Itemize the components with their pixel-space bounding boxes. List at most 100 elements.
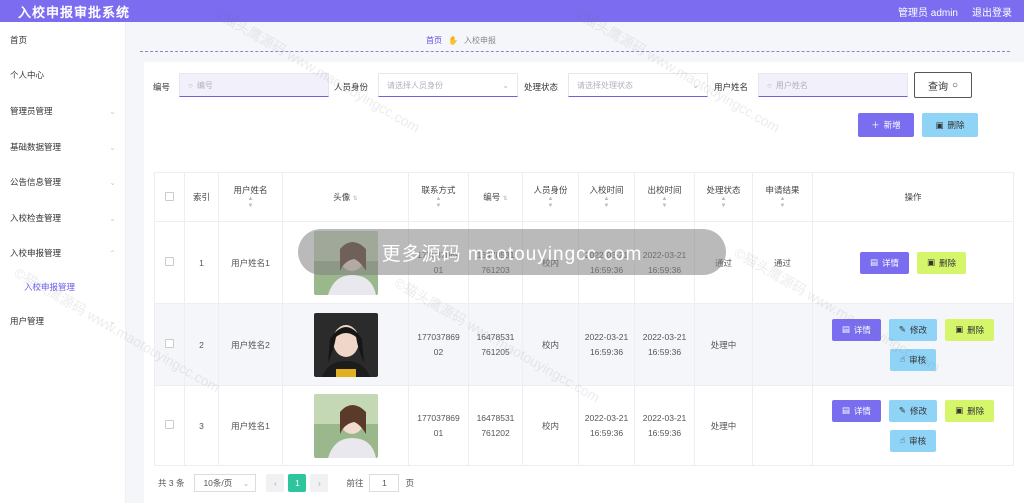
cell-avatar bbox=[282, 303, 409, 386]
prev-page-button[interactable]: ‹ bbox=[266, 474, 285, 492]
header-phone[interactable]: 联系方式 ▲ ▼ bbox=[408, 172, 469, 222]
row-checkbox[interactable] bbox=[165, 339, 174, 348]
search-no-input[interactable]: ○ 编号 bbox=[179, 73, 329, 97]
sidebar-item-check[interactable]: 入校检查管理 ⌄ bbox=[10, 209, 116, 227]
sidebar-item-label: 管理员管理 bbox=[10, 106, 53, 116]
query-button[interactable]: 查询 ○ bbox=[914, 72, 972, 98]
page-unit-label: 页 bbox=[405, 478, 414, 488]
cell-name: 用户姓名1 bbox=[218, 385, 283, 466]
cell-status: 处理中 bbox=[694, 303, 753, 386]
audit-button[interactable]: ☝ 审核 bbox=[889, 429, 937, 452]
detail-button[interactable]: ▤ 详情 bbox=[831, 399, 881, 422]
search-icon: ○ bbox=[767, 80, 772, 90]
sort-icon[interactable]: ▲ ▼ bbox=[695, 196, 752, 210]
cell-in-time: 2022-03-21 16:59:36 bbox=[578, 385, 635, 466]
trash-icon: ▣ bbox=[955, 324, 964, 334]
pencil-icon: ✎ bbox=[898, 324, 907, 334]
document-icon: ▤ bbox=[869, 257, 878, 267]
avatar[interactable] bbox=[313, 312, 378, 377]
page-size-select[interactable]: 10条/页 ⌄ bbox=[194, 474, 257, 492]
cell-out-time: 2022-03-21 16:59:36 bbox=[634, 303, 695, 386]
sort-icon[interactable]: ⇅ bbox=[353, 196, 358, 202]
cell-result bbox=[752, 303, 813, 386]
delete-button[interactable]: ▣ 删除 bbox=[917, 251, 967, 274]
goto-page-input[interactable]: 1 bbox=[369, 474, 400, 492]
row-checkbox-cell[interactable] bbox=[154, 385, 185, 466]
next-page-button[interactable]: › bbox=[310, 474, 329, 492]
cell-index: 2 bbox=[184, 303, 219, 386]
sidebar-item-label: 个人中心 bbox=[10, 70, 45, 80]
sidebar-item-home[interactable]: 首页 bbox=[10, 31, 116, 49]
header-name[interactable]: 用户姓名 ▲ ▼ bbox=[218, 172, 283, 222]
cell-identity: 校内 bbox=[522, 303, 579, 386]
sidebar-item-label: 入校申报管理 bbox=[10, 248, 62, 258]
cell-in-time: 2022-03-21 16:59:36 bbox=[578, 303, 635, 386]
header-no[interactable]: 编号 ⇅ bbox=[468, 172, 523, 222]
search-name-input[interactable]: ○ 用户姓名 bbox=[758, 73, 908, 97]
total-count: 共 3 条 bbox=[158, 478, 185, 488]
header-identity[interactable]: 人员身份 ▲ ▼ bbox=[522, 172, 579, 222]
cell-out-time: 2022-03-21 16:59:36 bbox=[634, 385, 695, 466]
sort-icon[interactable]: ▲ ▼ bbox=[409, 196, 468, 210]
row-checkbox[interactable] bbox=[165, 257, 174, 266]
sort-icon[interactable]: ▲ ▼ bbox=[753, 196, 812, 210]
delete-button[interactable]: ▣ 删除 bbox=[945, 318, 995, 341]
detail-button[interactable]: ▤ 详情 bbox=[859, 251, 909, 274]
cell-result bbox=[752, 385, 813, 466]
sidebar-item-users[interactable]: 用户管理 ⌄ bbox=[10, 312, 116, 330]
admin-user-label[interactable]: 管理员 admin bbox=[898, 4, 958, 19]
identity-select[interactable]: 请选择人员身份 ⌄ bbox=[378, 73, 518, 97]
goto-label: 前往 bbox=[346, 478, 364, 488]
label-identity: 人员身份 bbox=[334, 82, 369, 92]
header-result[interactable]: 申请结果 ▲ ▼ bbox=[752, 172, 813, 222]
page-number-current[interactable]: 1 bbox=[288, 474, 307, 492]
delete-button[interactable]: ▣ 删除 bbox=[945, 399, 995, 422]
row-checkbox-cell[interactable] bbox=[154, 303, 185, 386]
cell-status: 处理中 bbox=[694, 385, 753, 466]
cell-ops: ▤ 详情 ✎ 修改 ▣ 删除 ☝ 审核 bbox=[812, 303, 1014, 386]
cell-avatar bbox=[282, 385, 409, 466]
add-button[interactable]: ＋新增 bbox=[858, 113, 914, 137]
chevron-down-icon: ⌄ bbox=[109, 106, 116, 116]
audit-button[interactable]: ☝ 审核 bbox=[889, 348, 937, 371]
header-status[interactable]: 处理状态 ▲ ▼ bbox=[694, 172, 753, 222]
status-select[interactable]: 请选择处理状态 ⌄ bbox=[568, 73, 708, 97]
thumb-icon: ☝ bbox=[899, 354, 906, 364]
sidebar-item-profile[interactable]: 个人中心 bbox=[10, 66, 116, 84]
chevron-down-icon: ⌄ bbox=[109, 142, 116, 152]
row-checkbox[interactable] bbox=[165, 420, 174, 429]
sort-icon[interactable]: ▲ ▼ bbox=[523, 196, 578, 210]
label-status: 处理状态 bbox=[524, 82, 559, 92]
sidebar-item-notice[interactable]: 公告信息管理 ⌄ bbox=[10, 173, 116, 191]
thumb-icon: ☝ bbox=[899, 435, 906, 445]
sidebar-item-label: 入校检查管理 bbox=[10, 213, 62, 223]
logout-link[interactable]: 退出登录 bbox=[972, 4, 1012, 19]
edit-button[interactable]: ✎ 修改 bbox=[888, 318, 938, 341]
select-all-checkbox[interactable] bbox=[165, 191, 174, 201]
label-no: 编号 bbox=[153, 82, 171, 92]
header-out-time[interactable]: 出校时间 ▲ ▼ bbox=[634, 172, 695, 222]
sidebar-item-declare[interactable]: 入校申报管理 ⌃ bbox=[10, 244, 116, 262]
sidebar-item-admin[interactable]: 管理员管理 ⌄ bbox=[10, 102, 116, 120]
cell-name: 用户姓名2 bbox=[218, 303, 283, 386]
edit-button[interactable]: ✎ 修改 bbox=[888, 399, 938, 422]
avatar[interactable] bbox=[313, 393, 378, 458]
chevron-down-icon: ⌄ bbox=[692, 80, 699, 90]
sort-icon[interactable]: ▲ ▼ bbox=[219, 196, 282, 210]
sort-icon[interactable]: ▲ ▼ bbox=[579, 196, 634, 210]
bulk-delete-button[interactable]: ▣ 删除 bbox=[922, 113, 978, 137]
sort-icon[interactable]: ⇅ bbox=[503, 196, 508, 202]
table-row: 2 用户姓名2 17703786902 16478531761205 校内 20… bbox=[154, 303, 1014, 386]
detail-button[interactable]: ▤ 详情 bbox=[831, 318, 881, 341]
cell-identity: 校内 bbox=[522, 385, 579, 466]
sort-icon[interactable]: ▲ ▼ bbox=[635, 196, 694, 210]
breadcrumb-home[interactable]: 首页 bbox=[426, 35, 442, 46]
row-checkbox-cell[interactable] bbox=[154, 221, 185, 304]
select-all-checkbox-cell[interactable] bbox=[154, 172, 185, 222]
header-in-time[interactable]: 入校时间 ▲ ▼ bbox=[578, 172, 635, 222]
cell-ops: ▤ 详情 ✎ 修改 ▣ 删除 ☝ 审核 bbox=[812, 385, 1014, 466]
sidebar-item-base-data[interactable]: 基础数据管理 ⌄ bbox=[10, 138, 116, 156]
header-avatar[interactable]: 头像 ⇅ bbox=[282, 172, 409, 222]
label-name: 用户姓名 bbox=[714, 82, 749, 92]
sidebar-subitem-declare-manage[interactable]: 入校申报管理 bbox=[24, 281, 75, 293]
